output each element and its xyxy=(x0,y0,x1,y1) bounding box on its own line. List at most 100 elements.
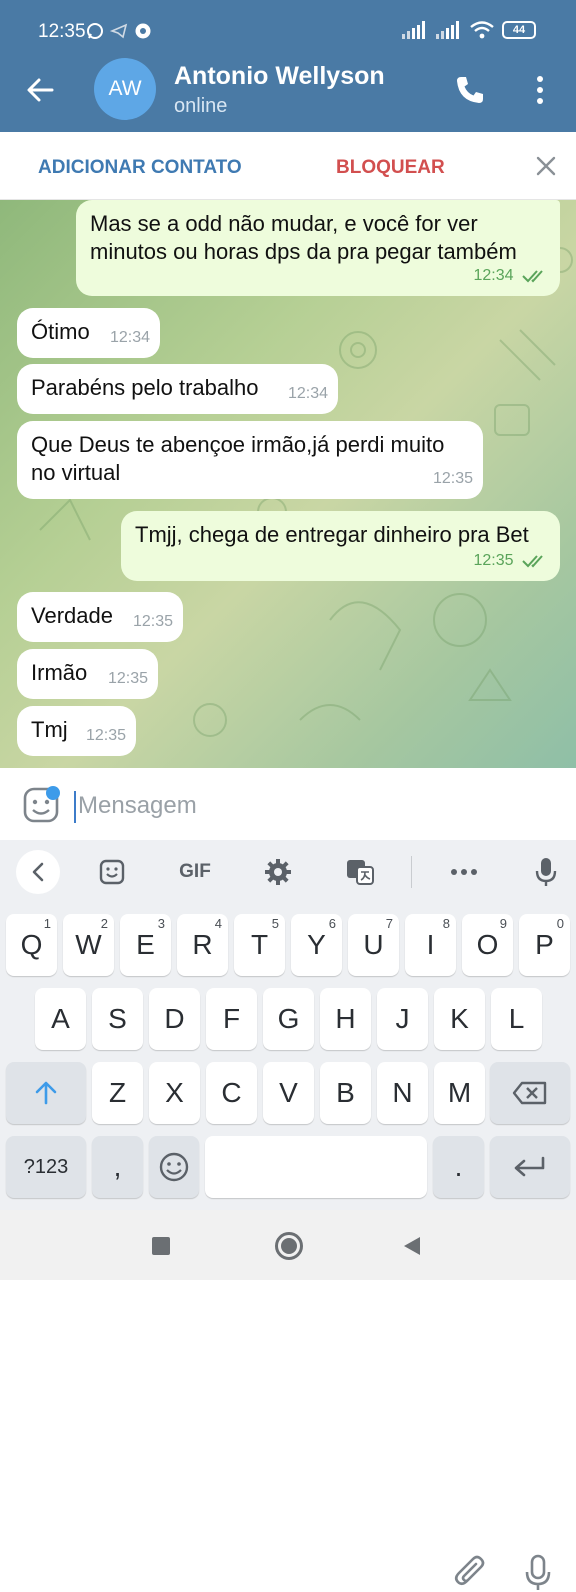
message-text: Tmj xyxy=(31,717,68,742)
message-text: Parabéns pelo trabalho xyxy=(31,375,259,400)
settings-icon xyxy=(265,859,291,885)
message-text: Que Deus te abençoe irmão,já perdi muito xyxy=(31,432,445,457)
key-i[interactable]: I8 xyxy=(405,914,456,976)
avatar[interactable]: AW xyxy=(94,58,156,120)
key-d[interactable]: D xyxy=(149,988,200,1050)
key-v[interactable]: V xyxy=(263,1062,314,1124)
message-text: Ótimo xyxy=(31,319,90,344)
key-p[interactable]: P0 xyxy=(519,914,570,976)
key-number-hint: 6 xyxy=(328,916,336,931)
back-nav-icon[interactable] xyxy=(402,1235,422,1257)
chevron-left-icon xyxy=(32,862,44,882)
key-c[interactable]: C xyxy=(206,1062,257,1124)
key-label: R xyxy=(192,929,213,960)
double-check-icon xyxy=(522,270,543,283)
message-input[interactable]: Mensagem xyxy=(78,792,197,820)
key-r[interactable]: R4 xyxy=(177,914,228,976)
status-right-icons: 44 xyxy=(402,21,536,39)
recents-button[interactable] xyxy=(152,1237,170,1255)
key-label: Y xyxy=(307,929,326,960)
message-time: 12:34 xyxy=(109,329,150,346)
key-j[interactable]: J xyxy=(377,988,428,1050)
keyboard-collapse-button[interactable] xyxy=(16,850,60,894)
key-n[interactable]: N xyxy=(377,1062,428,1124)
key-y[interactable]: Y6 xyxy=(291,914,342,976)
status-time: 12:35 xyxy=(38,21,86,42)
telegram-icon xyxy=(110,23,128,39)
system-navigation-bar xyxy=(0,1210,576,1280)
message-bubble-incoming[interactable]: Que Deus te abençoe irmão,já perdi muito… xyxy=(17,421,483,499)
contact-name[interactable]: Antonio Wellyson xyxy=(174,62,385,91)
key-o[interactable]: O9 xyxy=(462,914,513,976)
key-z[interactable]: Z xyxy=(92,1062,143,1124)
more-horiz-icon xyxy=(451,869,477,875)
keyboard-sticker-button[interactable] xyxy=(92,852,132,892)
key-f[interactable]: F xyxy=(206,988,257,1050)
toolbar-divider xyxy=(411,856,412,888)
key-q[interactable]: Q1 xyxy=(6,914,57,976)
key-t[interactable]: T5 xyxy=(234,914,285,976)
more-options-button[interactable] xyxy=(444,852,484,892)
message-bubble-incoming[interactable]: Tmj 12:35 xyxy=(17,706,136,756)
comma-key[interactable]: , xyxy=(92,1136,143,1198)
key-k[interactable]: K xyxy=(434,988,485,1050)
paperclip-icon[interactable] xyxy=(454,1554,488,1590)
voice-input-button[interactable] xyxy=(526,852,566,892)
key-g[interactable]: G xyxy=(263,988,314,1050)
battery-indicator: 44 xyxy=(502,21,536,39)
key-s[interactable]: S xyxy=(92,988,143,1050)
key-w[interactable]: W2 xyxy=(63,914,114,976)
key-number-hint: 1 xyxy=(43,916,51,931)
period-key[interactable]: . xyxy=(433,1136,484,1198)
message-bubble-incoming[interactable]: Irmão 12:35 xyxy=(17,649,158,699)
wifi-icon xyxy=(470,21,494,39)
add-contact-button[interactable]: ADICIONAR CONTATO xyxy=(38,157,242,179)
message-bubble-outgoing[interactable]: Mas se a odd não mudar, e você for ver m… xyxy=(76,200,560,296)
key-label: E xyxy=(136,929,155,960)
key-number-hint: 5 xyxy=(271,916,279,931)
shift-icon xyxy=(35,1081,57,1105)
block-button[interactable]: BLOQUEAR xyxy=(336,157,445,179)
message-text: Verdade xyxy=(31,603,113,628)
notification-dot xyxy=(46,786,60,800)
key-b[interactable]: B xyxy=(320,1062,371,1124)
message-text: Mas se a odd não mudar, e você for ver xyxy=(90,211,478,236)
message-bubble-incoming[interactable]: Parabéns pelo trabalho 12:34 xyxy=(17,364,338,414)
symbols-key[interactable]: ?123 xyxy=(6,1136,86,1198)
emoji-key[interactable] xyxy=(149,1136,199,1198)
emoji-icon xyxy=(159,1152,189,1182)
key-number-hint: 7 xyxy=(385,916,393,931)
key-x[interactable]: X xyxy=(149,1062,200,1124)
back-arrow-icon[interactable] xyxy=(26,76,54,104)
gif-button[interactable]: GIF xyxy=(170,852,220,892)
key-u[interactable]: U7 xyxy=(348,914,399,976)
key-e[interactable]: E3 xyxy=(120,914,171,976)
key-m[interactable]: M xyxy=(434,1062,485,1124)
key-a[interactable]: A xyxy=(35,988,86,1050)
message-bubble-incoming[interactable]: Verdade 12:35 xyxy=(17,592,183,642)
message-time: 12:35 xyxy=(85,727,126,744)
key-number-hint: 4 xyxy=(214,916,222,931)
shift-key[interactable] xyxy=(6,1062,86,1124)
message-text: Irmão xyxy=(31,660,88,685)
message-bubble-incoming[interactable]: Ótimo 12:34 xyxy=(17,308,160,358)
enter-key[interactable] xyxy=(490,1136,570,1198)
key-number-hint: 3 xyxy=(157,916,165,931)
signal-icon xyxy=(402,21,425,39)
chat-background: Mas se a odd não mudar, e você for ver m… xyxy=(0,200,576,768)
phone-icon[interactable] xyxy=(454,74,486,106)
keyboard-settings-button[interactable] xyxy=(258,852,298,892)
message-text: Tmjj, chega de entregar dinheiro pra Bet xyxy=(135,522,529,547)
home-button[interactable] xyxy=(275,1232,303,1260)
key-h[interactable]: H xyxy=(320,988,371,1050)
close-icon[interactable] xyxy=(534,154,558,178)
translate-button[interactable] xyxy=(340,852,380,892)
enter-icon xyxy=(514,1156,545,1177)
whatsapp-icon xyxy=(87,23,103,39)
more-vert-icon[interactable] xyxy=(530,74,550,106)
microphone-icon[interactable] xyxy=(524,1554,552,1592)
space-key[interactable] xyxy=(205,1136,427,1198)
backspace-key[interactable] xyxy=(490,1062,570,1124)
key-l[interactable]: L xyxy=(491,988,542,1050)
message-bubble-outgoing[interactable]: Tmjj, chega de entregar dinheiro pra Bet… xyxy=(121,511,560,581)
